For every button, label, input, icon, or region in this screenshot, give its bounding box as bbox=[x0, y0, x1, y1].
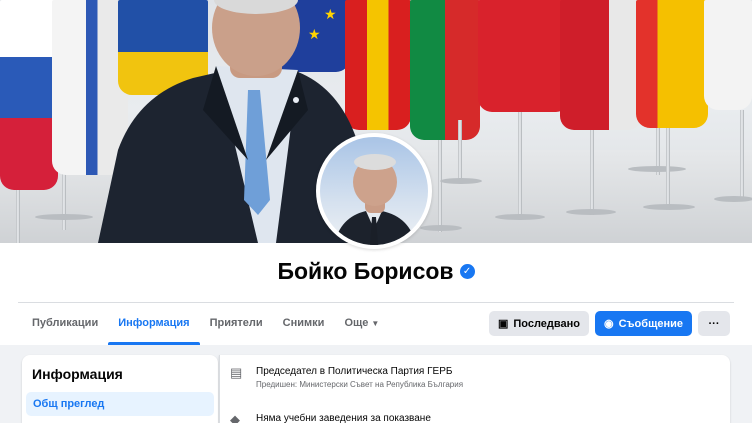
profile-avatar[interactable] bbox=[316, 133, 432, 249]
profile-actions: ▣ Последвано ◉ Съобщение ··· bbox=[488, 311, 730, 336]
work-sub: Предишен: Министерски Съвет на Република… bbox=[256, 380, 464, 389]
more-options-icon: ··· bbox=[708, 317, 720, 330]
about-title: Информация bbox=[32, 366, 123, 382]
tab-friends-label: Приятели bbox=[209, 317, 263, 329]
tab-posts-label: Публикации bbox=[32, 317, 99, 329]
flag-pole bbox=[458, 120, 462, 180]
graduation-cap-icon: ◆ bbox=[230, 412, 240, 423]
about-overview-item[interactable]: Общ преглед bbox=[26, 392, 214, 416]
tab-more[interactable]: Още ▼ bbox=[334, 303, 389, 345]
about-content: ▤ Председател в Политическа Партия ГЕРБ … bbox=[219, 355, 730, 423]
education-main: Няма учебни заведения за показване bbox=[256, 413, 431, 423]
education-row: ◆ Няма учебни заведения за показване bbox=[230, 413, 431, 423]
flag-base bbox=[566, 209, 616, 215]
verified-badge-icon: ✓ bbox=[459, 264, 475, 279]
tab-friends[interactable]: Приятели bbox=[200, 303, 273, 345]
profile-page: ★ ★ ★ bbox=[0, 0, 752, 423]
flag-base bbox=[35, 214, 93, 220]
message-label: Съобщение bbox=[618, 317, 683, 330]
tab-about[interactable]: Информация bbox=[108, 303, 201, 345]
briefcase-icon: ▤ bbox=[230, 365, 243, 380]
tab-more-label: Още bbox=[344, 317, 369, 329]
work-row: ▤ Председател в Политическа Партия ГЕРБ … bbox=[230, 366, 463, 391]
profile-name-row: Бойко Борисов ✓ bbox=[0, 258, 752, 285]
messenger-icon: ◉ bbox=[603, 318, 614, 330]
work-main[interactable]: Председател в Политическа Партия ГЕРБ bbox=[256, 366, 463, 378]
flag-base bbox=[420, 225, 462, 231]
flag-base bbox=[440, 178, 482, 184]
flag-base bbox=[495, 214, 545, 220]
more-options-button[interactable]: ··· bbox=[698, 311, 730, 336]
following-button[interactable]: ▣ Последвано bbox=[488, 311, 589, 336]
flag-base bbox=[643, 204, 695, 210]
caret-down-icon: ▼ bbox=[371, 319, 380, 328]
tab-photos[interactable]: Снимки bbox=[273, 303, 335, 345]
flag bbox=[0, 0, 58, 190]
tab-posts[interactable]: Публикации bbox=[22, 303, 108, 345]
flag bbox=[478, 0, 570, 112]
flag bbox=[636, 0, 708, 128]
flag-pole bbox=[590, 120, 594, 215]
about-sidebar: Информация Общ преглед bbox=[22, 355, 218, 423]
following-icon: ▣ bbox=[497, 318, 509, 330]
profile-tabs: Публикации Информация Приятели Снимки Ощ… bbox=[22, 303, 389, 345]
flag-base bbox=[628, 166, 686, 172]
flag bbox=[560, 0, 642, 130]
following-label: Последвано bbox=[513, 317, 580, 330]
flag-pole bbox=[518, 110, 522, 220]
flag-pole bbox=[740, 110, 744, 200]
tab-photos-label: Снимки bbox=[282, 317, 325, 329]
avatar-person-figure bbox=[334, 154, 416, 245]
message-button[interactable]: ◉ Съобщение bbox=[594, 311, 692, 336]
profile-name: Бойко Борисов bbox=[277, 258, 454, 284]
avatar-photo bbox=[320, 137, 428, 245]
flag bbox=[410, 0, 480, 140]
flag-base bbox=[714, 196, 752, 202]
flag-pole bbox=[666, 125, 670, 210]
tab-about-label: Информация bbox=[118, 317, 190, 329]
flag bbox=[704, 0, 752, 110]
